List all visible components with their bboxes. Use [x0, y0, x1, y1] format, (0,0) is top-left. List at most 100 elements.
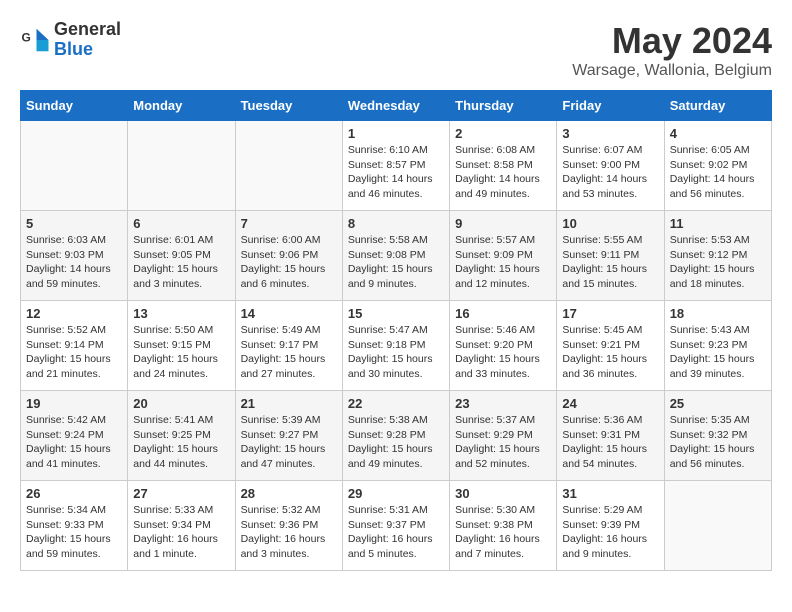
calendar-cell: 17 Sunrise: 5:45 AM Sunset: 9:21 PM Dayli…	[557, 301, 664, 391]
day-number: 29	[348, 486, 444, 501]
calendar-cell	[235, 121, 342, 211]
location-subtitle: Warsage, Wallonia, Belgium	[572, 62, 772, 80]
day-info: Sunrise: 6:05 AM Sunset: 9:02 PM Dayligh…	[670, 143, 766, 202]
day-number: 1	[348, 126, 444, 141]
day-info: Sunrise: 5:38 AM Sunset: 9:28 PM Dayligh…	[348, 413, 444, 472]
day-info: Sunrise: 5:37 AM Sunset: 9:29 PM Dayligh…	[455, 413, 551, 472]
day-number: 26	[26, 486, 122, 501]
day-header-wednesday: Wednesday	[342, 91, 449, 121]
calendar-cell: 26 Sunrise: 5:34 AM Sunset: 9:33 PM Dayli…	[21, 481, 128, 571]
day-number: 28	[241, 486, 337, 501]
day-number: 19	[26, 396, 122, 411]
day-info: Sunrise: 6:07 AM Sunset: 9:00 PM Dayligh…	[562, 143, 658, 202]
day-number: 11	[670, 216, 766, 231]
calendar-cell: 6Sunrise: 6:01 AM Sunset: 9:05 PM Daylig…	[128, 211, 235, 301]
day-number: 18	[670, 306, 766, 321]
calendar-cell: 12 Sunrise: 5:52 AM Sunset: 9:14 PM Dayli…	[21, 301, 128, 391]
day-header-saturday: Saturday	[664, 91, 771, 121]
day-info: Sunrise: 5:33 AM Sunset: 9:34 PM Dayligh…	[133, 503, 229, 562]
calendar-cell: 25 Sunrise: 5:35 AM Sunset: 9:32 PM Dayli…	[664, 391, 771, 481]
day-info: Sunrise: 5:34 AM Sunset: 9:33 PM Dayligh…	[26, 503, 122, 562]
calendar-cell: 3 Sunrise: 6:07 AM Sunset: 9:00 PM Daylig…	[557, 121, 664, 211]
day-info: Sunrise: 5:36 AM Sunset: 9:31 PM Dayligh…	[562, 413, 658, 472]
day-info: Sunrise: 5:52 AM Sunset: 9:14 PM Dayligh…	[26, 323, 122, 382]
month-title: May 2024	[572, 20, 772, 62]
calendar-cell: 22 Sunrise: 5:38 AM Sunset: 9:28 PM Dayli…	[342, 391, 449, 481]
day-info: Sunrise: 5:32 AM Sunset: 9:36 PM Dayligh…	[241, 503, 337, 562]
day-number: 2	[455, 126, 551, 141]
day-header-thursday: Thursday	[450, 91, 557, 121]
day-number: 16	[455, 306, 551, 321]
calendar-week-1: 1Sunrise: 6:10 AM Sunset: 8:57 PM Daylig…	[21, 121, 772, 211]
calendar-cell: 5 Sunrise: 6:03 AM Sunset: 9:03 PM Daylig…	[21, 211, 128, 301]
calendar-cell: 7Sunrise: 6:00 AM Sunset: 9:06 PM Daylig…	[235, 211, 342, 301]
day-info: Sunrise: 5:47 AM Sunset: 9:18 PM Dayligh…	[348, 323, 444, 382]
calendar-table: SundayMondayTuesdayWednesdayThursdayFrid…	[20, 90, 772, 571]
day-number: 25	[670, 396, 766, 411]
day-number: 4	[670, 126, 766, 141]
day-info: Sunrise: 5:41 AM Sunset: 9:25 PM Dayligh…	[133, 413, 229, 472]
day-info: Sunrise: 5:55 AM Sunset: 9:11 PM Dayligh…	[562, 233, 658, 292]
day-number: 9	[455, 216, 551, 231]
calendar-cell: 20Sunrise: 5:41 AM Sunset: 9:25 PM Dayli…	[128, 391, 235, 481]
calendar-cell: 8 Sunrise: 5:58 AM Sunset: 9:08 PM Daylig…	[342, 211, 449, 301]
calendar-week-5: 26 Sunrise: 5:34 AM Sunset: 9:33 PM Dayli…	[21, 481, 772, 571]
day-number: 23	[455, 396, 551, 411]
day-info: Sunrise: 5:45 AM Sunset: 9:21 PM Dayligh…	[562, 323, 658, 382]
day-info: Sunrise: 5:50 AM Sunset: 9:15 PM Dayligh…	[133, 323, 229, 382]
calendar-cell: 15 Sunrise: 5:47 AM Sunset: 9:18 PM Dayli…	[342, 301, 449, 391]
day-header-friday: Friday	[557, 91, 664, 121]
day-info: Sunrise: 5:39 AM Sunset: 9:27 PM Dayligh…	[241, 413, 337, 472]
calendar-cell: 13 Sunrise: 5:50 AM Sunset: 9:15 PM Dayli…	[128, 301, 235, 391]
day-number: 7	[241, 216, 337, 231]
day-info: Sunrise: 5:43 AM Sunset: 9:23 PM Dayligh…	[670, 323, 766, 382]
calendar-cell: 4 Sunrise: 6:05 AM Sunset: 9:02 PM Daylig…	[664, 121, 771, 211]
calendar-cell: 16 Sunrise: 5:46 AM Sunset: 9:20 PM Dayli…	[450, 301, 557, 391]
calendar-cell: 1Sunrise: 6:10 AM Sunset: 8:57 PM Daylig…	[342, 121, 449, 211]
calendar-cell	[21, 121, 128, 211]
day-number: 13	[133, 306, 229, 321]
day-info: Sunrise: 5:29 AM Sunset: 9:39 PM Dayligh…	[562, 503, 658, 562]
day-info: Sunrise: 6:03 AM Sunset: 9:03 PM Dayligh…	[26, 233, 122, 292]
calendar-week-2: 5 Sunrise: 6:03 AM Sunset: 9:03 PM Daylig…	[21, 211, 772, 301]
day-number: 8	[348, 216, 444, 231]
calendar-cell: 28 Sunrise: 5:32 AM Sunset: 9:36 PM Dayli…	[235, 481, 342, 571]
day-info: Sunrise: 5:35 AM Sunset: 9:32 PM Dayligh…	[670, 413, 766, 472]
calendar-week-4: 19 Sunrise: 5:42 AM Sunset: 9:24 PM Dayli…	[21, 391, 772, 481]
day-info: Sunrise: 5:42 AM Sunset: 9:24 PM Dayligh…	[26, 413, 122, 472]
day-info: Sunrise: 5:58 AM Sunset: 9:08 PM Dayligh…	[348, 233, 444, 292]
logo: G General Blue	[20, 20, 121, 60]
day-number: 27	[133, 486, 229, 501]
day-info: Sunrise: 5:53 AM Sunset: 9:12 PM Dayligh…	[670, 233, 766, 292]
day-number: 6	[133, 216, 229, 231]
day-number: 15	[348, 306, 444, 321]
day-info: Sunrise: 6:08 AM Sunset: 8:58 PM Dayligh…	[455, 143, 551, 202]
calendar-cell: 21Sunrise: 5:39 AM Sunset: 9:27 PM Dayli…	[235, 391, 342, 481]
calendar-week-3: 12 Sunrise: 5:52 AM Sunset: 9:14 PM Dayli…	[21, 301, 772, 391]
calendar-cell: 14Sunrise: 5:49 AM Sunset: 9:17 PM Dayli…	[235, 301, 342, 391]
day-number: 3	[562, 126, 658, 141]
day-number: 14	[241, 306, 337, 321]
day-number: 22	[348, 396, 444, 411]
day-number: 5	[26, 216, 122, 231]
calendar-header-row: SundayMondayTuesdayWednesdayThursdayFrid…	[21, 91, 772, 121]
calendar-cell: 18 Sunrise: 5:43 AM Sunset: 9:23 PM Dayli…	[664, 301, 771, 391]
calendar-cell: 2 Sunrise: 6:08 AM Sunset: 8:58 PM Daylig…	[450, 121, 557, 211]
day-number: 12	[26, 306, 122, 321]
calendar-cell: 30Sunrise: 5:30 AM Sunset: 9:38 PM Dayli…	[450, 481, 557, 571]
day-info: Sunrise: 5:31 AM Sunset: 9:37 PM Dayligh…	[348, 503, 444, 562]
day-header-tuesday: Tuesday	[235, 91, 342, 121]
calendar-cell: 19 Sunrise: 5:42 AM Sunset: 9:24 PM Dayli…	[21, 391, 128, 481]
page-header: G General Blue May 2024 Warsage, Walloni…	[20, 20, 772, 80]
calendar-cell: 29 Sunrise: 5:31 AM Sunset: 9:37 PM Dayli…	[342, 481, 449, 571]
day-info: Sunrise: 5:46 AM Sunset: 9:20 PM Dayligh…	[455, 323, 551, 382]
day-number: 17	[562, 306, 658, 321]
calendar-cell: 31Sunrise: 5:29 AM Sunset: 9:39 PM Dayli…	[557, 481, 664, 571]
calendar-cell: 24Sunrise: 5:36 AM Sunset: 9:31 PM Dayli…	[557, 391, 664, 481]
day-header-monday: Monday	[128, 91, 235, 121]
calendar-cell: 10 Sunrise: 5:55 AM Sunset: 9:11 PM Dayli…	[557, 211, 664, 301]
calendar-cell	[128, 121, 235, 211]
calendar-cell	[664, 481, 771, 571]
day-header-sunday: Sunday	[21, 91, 128, 121]
day-number: 10	[562, 216, 658, 231]
